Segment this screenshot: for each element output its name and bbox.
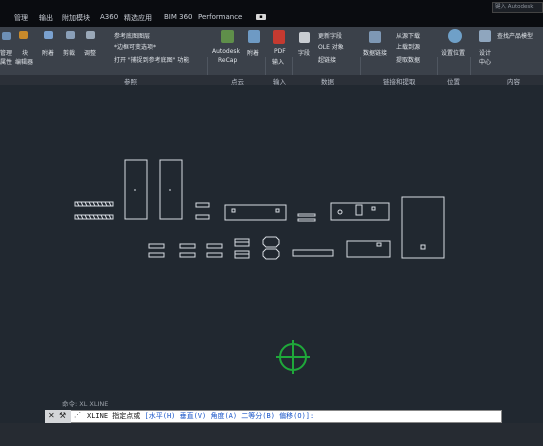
clip-icon bbox=[66, 31, 75, 39]
ribbon-tab-bar: 管理 输出 附加模块 A360 精选应用 BIM 360 Performance… bbox=[0, 0, 543, 27]
frames-dropdown[interactable]: *边框可变选项* bbox=[114, 42, 156, 51]
ribbon-panel: 管理 属性 块 编辑器 附着 剪裁 调整 参考底图图层 *边框可变选项* 打开 … bbox=[0, 27, 543, 99]
attribute-button[interactable]: 属性 bbox=[0, 57, 12, 66]
crosshair-cursor-icon bbox=[276, 340, 310, 374]
upload-to-source-button[interactable]: 上载到源 bbox=[396, 42, 420, 51]
close-icon[interactable]: ✕ bbox=[48, 411, 55, 420]
tab-performance[interactable]: Performance bbox=[198, 13, 242, 21]
attach-button[interactable]: 附着 bbox=[42, 48, 54, 57]
adjust-icon bbox=[86, 31, 95, 39]
command-prompt-icon: ⋰ bbox=[74, 411, 81, 419]
command-line-controls: ✕ ⚒ bbox=[45, 410, 71, 423]
field-icon bbox=[299, 32, 310, 43]
drawing-part bbox=[206, 243, 223, 249]
data-link-button[interactable]: 数据链接 bbox=[363, 48, 387, 57]
data-link-icon bbox=[369, 31, 381, 43]
download-from-source-button[interactable]: 从源下载 bbox=[396, 31, 420, 40]
drawing-tall-box bbox=[159, 159, 183, 220]
command-history: 命令: XL XLINE bbox=[62, 400, 109, 408]
command-prompt-text: XLINE 指定点或 bbox=[87, 412, 141, 420]
find-product-models-button[interactable]: 查找产品模型 bbox=[497, 31, 533, 40]
drawing-rail bbox=[292, 249, 334, 257]
update-fields-button[interactable]: 更新字段 bbox=[318, 31, 342, 40]
design-center-icon bbox=[479, 30, 491, 42]
drawing-small-tab bbox=[195, 214, 210, 220]
location-globe-icon bbox=[448, 29, 462, 43]
block-icon bbox=[19, 31, 28, 39]
drawing-slider bbox=[297, 218, 316, 222]
block-editor-button[interactable]: 编辑器 bbox=[15, 57, 33, 66]
drawing-tall-box bbox=[124, 159, 148, 220]
drawing-part bbox=[179, 252, 196, 258]
tab-a360[interactable]: A360 bbox=[100, 13, 118, 21]
field-button[interactable]: 字段 bbox=[298, 48, 310, 57]
design-center-label: 中心 bbox=[479, 59, 492, 66]
tab-bim360[interactable]: BIM 360 bbox=[164, 13, 193, 21]
manage-icon bbox=[2, 32, 11, 40]
drawing-part bbox=[179, 243, 196, 249]
ribbon-panel-titles bbox=[0, 75, 543, 85]
hyperlink-button[interactable]: 超链接 bbox=[318, 55, 336, 64]
adjust-button[interactable]: 调整 bbox=[84, 48, 96, 57]
pointcloud-attach-button[interactable]: 附着 bbox=[247, 48, 259, 57]
pdf-icon bbox=[273, 30, 285, 44]
drawing-nut bbox=[262, 236, 280, 248]
drawing-canvas[interactable] bbox=[0, 85, 543, 402]
drawing-part bbox=[206, 252, 223, 258]
pdf-import-label: 输入 bbox=[272, 59, 285, 66]
drawing-svg bbox=[74, 159, 445, 374]
drawing-nut bbox=[262, 248, 280, 260]
snap-underlay-button[interactable]: 打开 "捕捉到参考底图" 功能 bbox=[114, 55, 189, 64]
search-input[interactable]: 键入 Autodesk bbox=[492, 2, 543, 13]
tab-manage[interactable]: 管理 bbox=[14, 13, 28, 23]
drawing-small-tab bbox=[195, 202, 210, 208]
ribbon-options-icon[interactable]: ▪ bbox=[256, 14, 266, 20]
manage-button[interactable]: 管理 bbox=[0, 48, 12, 57]
tab-featured-apps[interactable]: 精选应用 bbox=[124, 13, 152, 23]
block-button[interactable]: 块 bbox=[22, 48, 28, 57]
design-center-button[interactable]: 设计 bbox=[479, 48, 491, 57]
recap-icon bbox=[221, 30, 234, 43]
recap-button-label: ReCap bbox=[218, 57, 238, 64]
command-prompt[interactable]: XLINE 指定点或 [水平(H) 垂直(V) 角度(A) 二等分(B) 偏移(… bbox=[87, 411, 314, 421]
drawing-part bbox=[148, 252, 165, 258]
pdf-import-button[interactable]: PDF bbox=[274, 48, 286, 55]
clip-button[interactable]: 剪裁 bbox=[63, 48, 75, 57]
attach-icon bbox=[44, 31, 53, 39]
underlay-layers-button[interactable]: 参考底图图层 bbox=[114, 31, 150, 40]
drawing-slider bbox=[297, 213, 316, 217]
drawing-part bbox=[148, 243, 165, 249]
ole-object-button[interactable]: OLE 对象 bbox=[318, 42, 344, 51]
set-location-button[interactable]: 设置位置 bbox=[441, 48, 465, 57]
recap-button[interactable]: Autodesk bbox=[212, 48, 240, 55]
pointcloud-attach-icon bbox=[248, 30, 260, 43]
tab-addins[interactable]: 附加模块 bbox=[62, 13, 90, 23]
drawing-box bbox=[346, 240, 391, 258]
tab-output[interactable]: 输出 bbox=[39, 13, 53, 23]
wrench-icon[interactable]: ⚒ bbox=[59, 411, 66, 420]
drawing-panel bbox=[330, 202, 390, 221]
status-bar bbox=[0, 423, 543, 446]
extract-data-button[interactable]: 提取数据 bbox=[396, 55, 420, 64]
command-options[interactable]: [水平(H) 垂直(V) 角度(A) 二等分(B) 偏移(O)]: bbox=[145, 412, 315, 420]
